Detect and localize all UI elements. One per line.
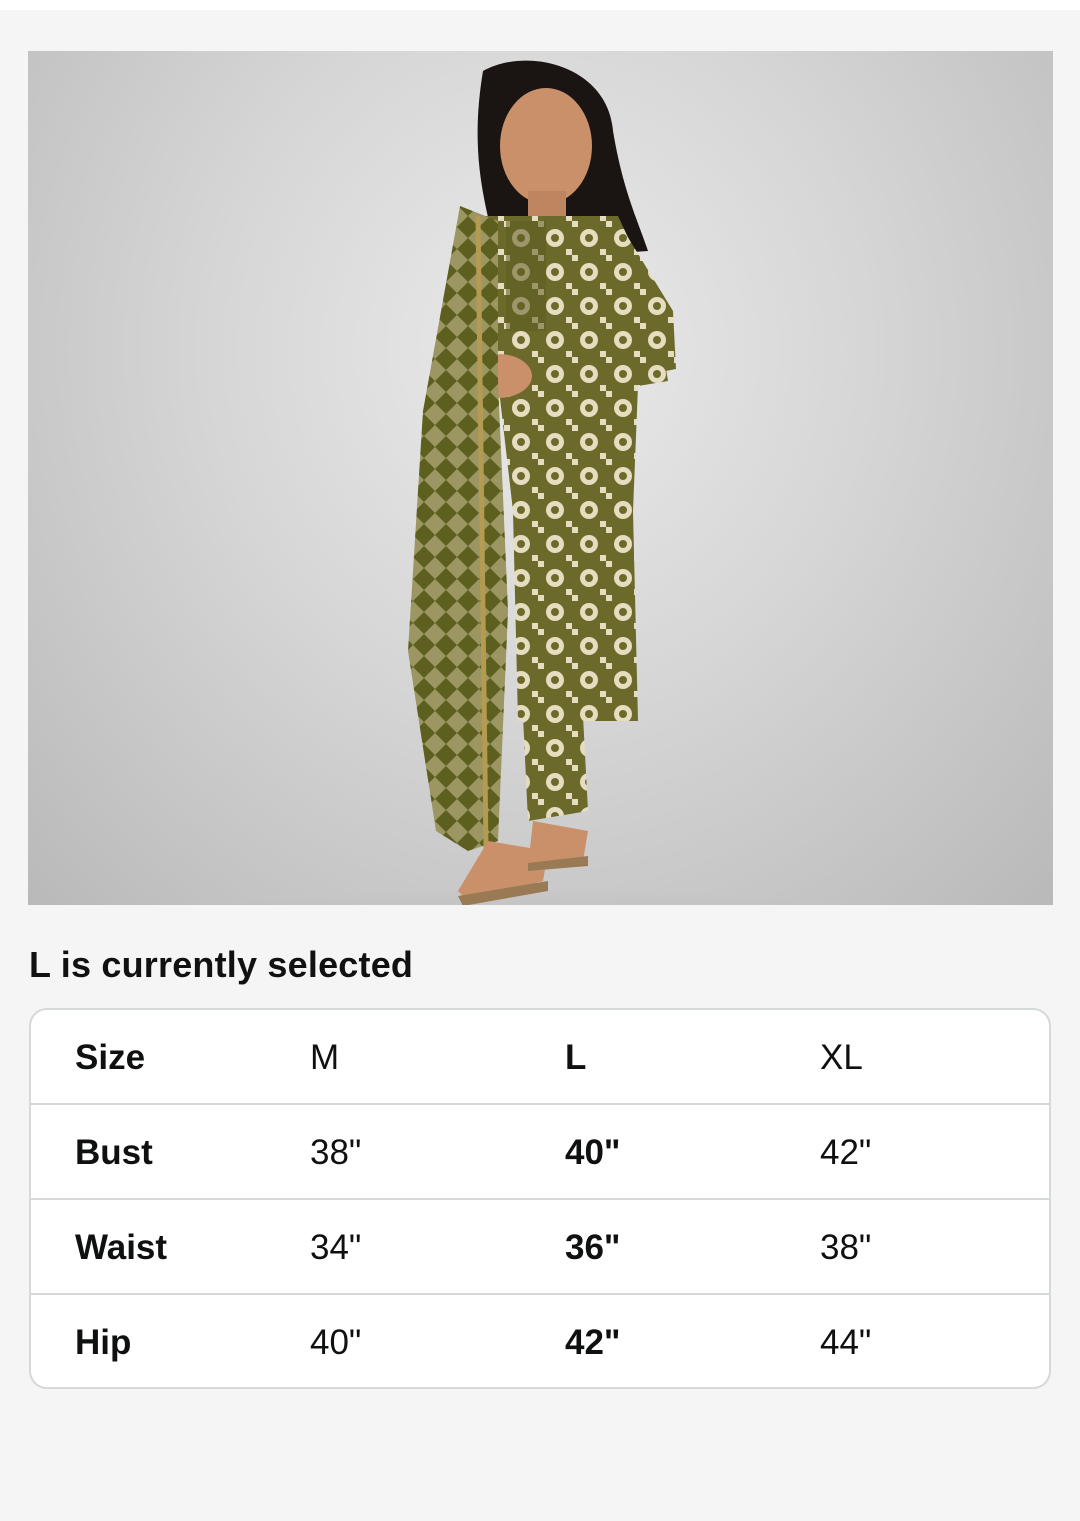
size-chart-row-waist: Waist 34" 36" 38" bbox=[31, 1200, 1049, 1295]
selected-size-label: L is currently selected bbox=[29, 944, 414, 985]
row-header-size: Size bbox=[75, 1038, 146, 1077]
waist-l-value: 36" bbox=[565, 1228, 621, 1267]
size-l-header: L bbox=[565, 1038, 587, 1077]
model-illustration bbox=[108, 60, 948, 905]
size-chart-row-hip: Hip 40" 42" 44" bbox=[31, 1295, 1049, 1387]
hip-m-value: 40" bbox=[310, 1323, 362, 1362]
waist-xl-value: 38" bbox=[820, 1228, 872, 1267]
waist-m-value: 34" bbox=[310, 1228, 362, 1267]
hip-l-value: 42" bbox=[565, 1323, 621, 1362]
size-xl-header: XL bbox=[820, 1038, 863, 1077]
row-header-hip: Hip bbox=[75, 1323, 132, 1362]
row-header-bust: Bust bbox=[75, 1133, 153, 1172]
product-image[interactable] bbox=[28, 51, 1053, 905]
row-header-waist: Waist bbox=[75, 1228, 168, 1267]
size-m-header: M bbox=[310, 1038, 340, 1077]
size-chart-row-bust: Bust 38" 40" 42" bbox=[31, 1105, 1049, 1200]
bust-xl-value: 42" bbox=[820, 1133, 872, 1172]
bust-l-value: 40" bbox=[565, 1133, 621, 1172]
size-chart-table: Size M L XL Bust 38" 40" 42" Waist 34" 3… bbox=[29, 1008, 1051, 1389]
top-strip bbox=[0, 0, 1080, 10]
hip-xl-value: 44" bbox=[820, 1323, 872, 1362]
size-chart-row-size: Size M L XL bbox=[31, 1010, 1049, 1105]
bust-m-value: 38" bbox=[310, 1133, 362, 1172]
